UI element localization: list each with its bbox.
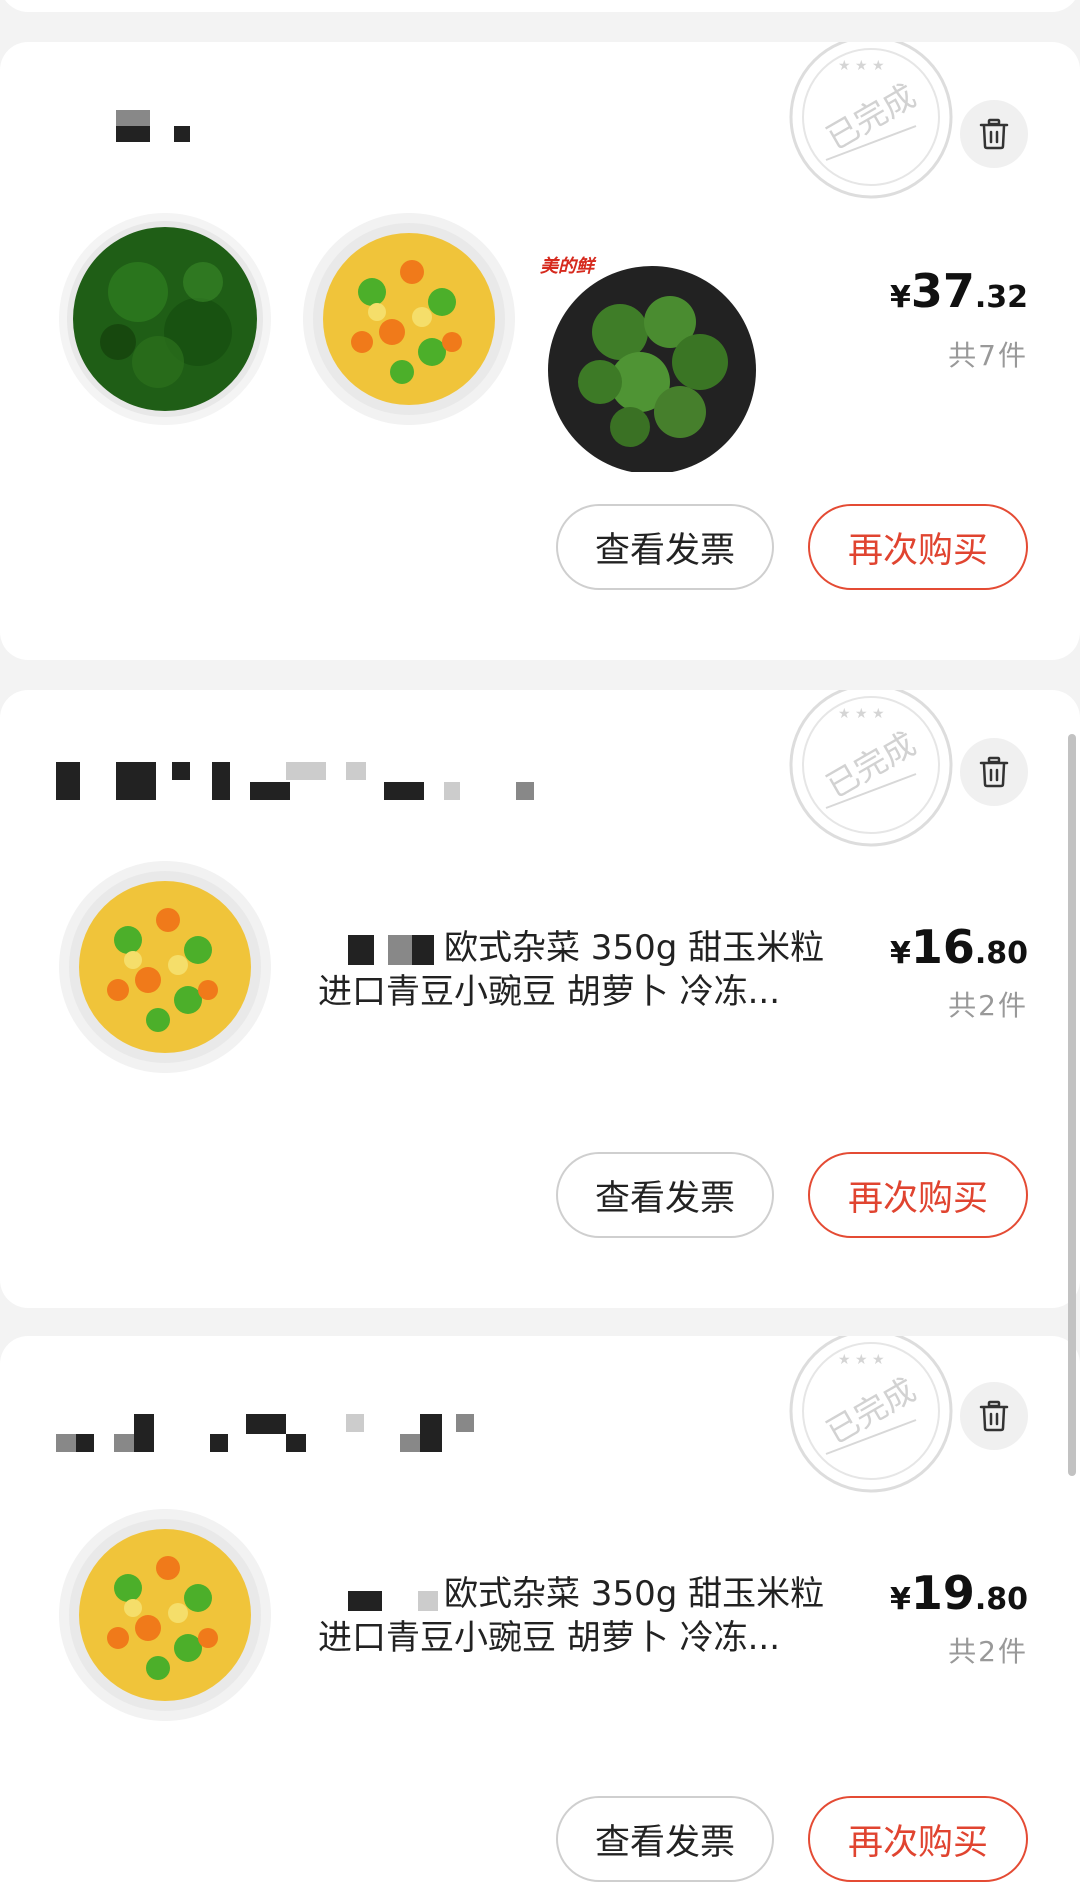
delete-order-button[interactable] [960, 1382, 1028, 1450]
price-decimal: .80 [974, 1582, 1028, 1617]
completed-stamp-icon: ★ ★ ★ 已完成 [789, 42, 953, 199]
order-card-previous [0, 0, 1080, 12]
product-title-line2: 进口青豆小豌豆 胡萝卜 冷冻... [318, 972, 781, 1012]
product-thumbnail-broccoli[interactable]: 美的鲜 [540, 252, 760, 472]
price-integer: 37 [910, 264, 975, 318]
stamp-text: 已完成 [820, 725, 922, 806]
product-thumbnail-mixed-vegetables[interactable] [58, 1508, 272, 1722]
scrollbar[interactable] [1068, 734, 1076, 1476]
order-card[interactable]: ★ ★ ★ 已完成 [0, 42, 1080, 660]
price-decimal: .80 [974, 936, 1028, 971]
currency-symbol: ¥ [889, 936, 911, 971]
order-card[interactable]: ★ ★ ★ 已完成 [0, 690, 1080, 1308]
item-count: 共2件 [948, 1635, 1028, 1668]
product-title[interactable]: 欧式杂菜 350g 甜玉米粒 进口青豆小豌豆 胡萝卜 冷冻... [318, 926, 868, 1014]
view-invoice-button[interactable]: 查看发票 [556, 1796, 774, 1882]
brand-logo: 美的鲜 [540, 256, 594, 277]
item-count: 共2件 [948, 989, 1028, 1022]
svg-text:★ ★ ★: ★ ★ ★ [838, 706, 885, 722]
product-thumbnail-greens[interactable] [58, 212, 272, 426]
price-integer: 16 [910, 920, 975, 974]
currency-symbol: ¥ [889, 280, 911, 315]
buy-again-button[interactable]: 再次购买 [808, 1152, 1028, 1238]
buy-again-button[interactable]: 再次购买 [808, 504, 1028, 590]
trash-icon [979, 118, 1009, 150]
stamp-text: 已完成 [820, 1371, 922, 1452]
product-title-line1: 欧式杂菜 350g 甜玉米粒 [444, 1574, 825, 1614]
price-integer: 19 [910, 1566, 975, 1620]
view-invoice-button[interactable]: 查看发票 [556, 1152, 774, 1238]
completed-stamp-icon: ★ ★ ★ 已完成 [789, 690, 953, 847]
currency-symbol: ¥ [889, 1582, 911, 1617]
svg-text:★ ★ ★: ★ ★ ★ [838, 1352, 885, 1368]
order-total-price: ¥37.32 [890, 264, 1028, 318]
order-card[interactable]: ★ ★ ★ 已完成 [0, 1336, 1080, 1899]
price-decimal: .32 [974, 280, 1028, 315]
view-invoice-button[interactable]: 查看发票 [556, 504, 774, 590]
buy-again-button[interactable]: 再次购买 [808, 1796, 1028, 1882]
product-thumbnail-mixed-vegetables[interactable] [302, 212, 516, 426]
order-total-price: ¥16.80 [890, 920, 1028, 974]
trash-icon [979, 1400, 1009, 1432]
completed-stamp-icon: ★ ★ ★ 已完成 [789, 1336, 953, 1493]
trash-icon [979, 756, 1009, 788]
product-thumbnail-mixed-vegetables[interactable] [58, 860, 272, 1074]
delete-order-button[interactable] [960, 100, 1028, 168]
product-title[interactable]: 欧式杂菜 350g 甜玉米粒 进口青豆小豌豆 胡萝卜 冷冻... [318, 1572, 868, 1660]
svg-text:★ ★ ★: ★ ★ ★ [838, 58, 885, 74]
order-total-price: ¥19.80 [890, 1566, 1028, 1620]
stamp-text: 已完成 [820, 77, 922, 158]
product-title-line2: 进口青豆小豌豆 胡萝卜 冷冻... [318, 1618, 781, 1658]
item-count: 共7件 [948, 339, 1028, 372]
delete-order-button[interactable] [960, 738, 1028, 806]
order-list-page: ★ ★ ★ 已完成 美的鲜 ¥37.32 共7件 查看发票 再次购买 ★ ★ ★… [0, 0, 1080, 1899]
product-title-line1: 欧式杂菜 350g 甜玉米粒 [444, 928, 825, 968]
